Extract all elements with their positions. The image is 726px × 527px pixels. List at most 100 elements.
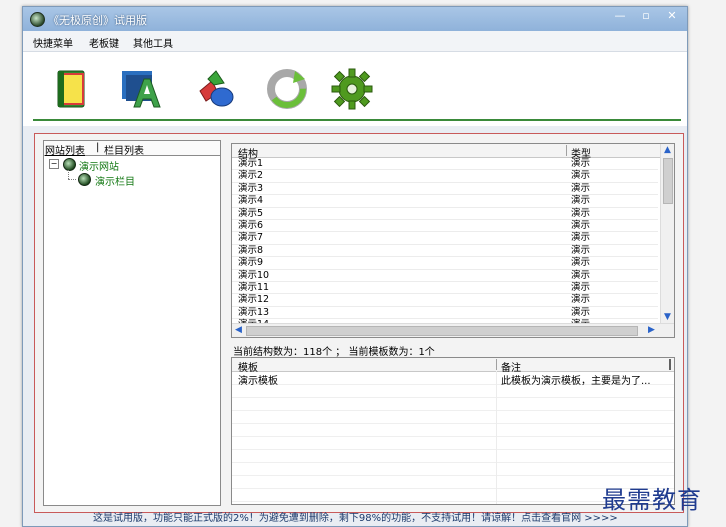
shapes-icon (199, 70, 234, 107)
toolbar-shapes-button[interactable] (193, 66, 239, 112)
vertical-scrollbar[interactable]: ▲ ▼ (660, 144, 674, 325)
structure-cell: 演示5 (238, 207, 264, 219)
table-row[interactable]: 演示3 演示 (232, 182, 658, 196)
tab-column-list[interactable]: 栏目列表 (104, 142, 144, 157)
menu-other-tools[interactable]: 其他工具 (133, 35, 173, 50)
tab-divider: | (96, 142, 100, 153)
table-row[interactable]: 演示9 演示 (232, 257, 658, 270)
table-row[interactable]: 演示模板 此模板为演示模板，主要是为了... (232, 372, 674, 387)
structure-cell: 演示6 (238, 219, 264, 231)
table-row[interactable]: 演示12 演示 (232, 294, 658, 307)
tree-header: 网站列表 | 栏目列表 (44, 141, 220, 157)
tree-connector (68, 170, 69, 179)
vertical-scroll-thumb[interactable] (663, 158, 673, 204)
table-row (232, 411, 674, 424)
toolbar (23, 52, 687, 126)
structure-cell: 演示13 (238, 306, 270, 318)
scroll-down-icon[interactable]: ▼ (664, 312, 671, 322)
table-row[interactable]: 演示6 演示 (232, 219, 658, 233)
book-icon (57, 70, 85, 108)
type-cell: 演示 (571, 294, 591, 306)
menu-bar: 快捷菜单 老板键 其他工具 (23, 31, 687, 52)
type-cell: 演示 (571, 182, 591, 194)
type-cell: 演示 (571, 244, 591, 256)
structure-cell: 演示2 (238, 170, 264, 182)
structure-cell: 演示4 (238, 195, 264, 207)
tab-site-list[interactable]: 网站列表 (45, 142, 85, 157)
type-cell: 演示 (571, 158, 591, 169)
structure-cell: 演示11 (238, 281, 270, 293)
font-a-icon (122, 71, 161, 108)
horizontal-scroll-thumb[interactable] (246, 326, 638, 336)
table-row (232, 463, 674, 476)
table-row[interactable]: 演示13 演示 (232, 306, 658, 320)
table-row (232, 398, 674, 411)
horizontal-scrollbar[interactable]: ◀ ▶ (232, 323, 674, 337)
table-row[interactable]: 演示11 演示 (232, 281, 658, 295)
toolbar-book-button[interactable] (49, 66, 95, 112)
minimize-button[interactable]: — (607, 8, 633, 25)
type-cell: 演示 (571, 207, 591, 219)
table-row (232, 450, 674, 463)
refresh-icon (267, 69, 307, 109)
structure-cell: 演示10 (238, 269, 270, 281)
toolbar-divider (33, 119, 681, 121)
table-row[interactable]: 演示7 演示 (232, 232, 658, 245)
structure-cell: 演示8 (238, 244, 264, 256)
watermark: 最需教育 (602, 486, 702, 514)
tree-connector-horizontal (68, 179, 76, 180)
menu-boss-key[interactable]: 老板键 (89, 35, 119, 50)
type-cell: 演示 (571, 269, 591, 281)
type-cell: 演示 (571, 257, 591, 269)
maximize-button[interactable]: ▫ (633, 8, 659, 25)
app-icon (30, 12, 45, 27)
tree-collapse-toggle[interactable]: − (49, 159, 59, 169)
table-row[interactable]: 演示4 演示 (232, 195, 658, 208)
table-row[interactable]: 演示1 演示 (232, 158, 658, 171)
column-icon (78, 173, 91, 186)
column-divider[interactable] (669, 359, 671, 370)
toolbar-font-button[interactable] (119, 66, 165, 112)
site-icon (63, 158, 76, 171)
close-button[interactable]: ✕ (659, 8, 685, 25)
tree-panel: 网站列表 | 栏目列表 − 演示网站 演示栏目 (43, 140, 221, 506)
template-table-header: 模板 备注 (232, 358, 674, 374)
structure-cell: 演示1 (238, 158, 264, 169)
structure-cell: 演示3 (238, 182, 264, 194)
scroll-right-icon[interactable]: ▶ (648, 325, 655, 335)
tree-item-site[interactable]: 演示网站 (79, 158, 119, 173)
toolbar-settings-button[interactable] (329, 66, 375, 112)
column-divider[interactable] (496, 359, 497, 370)
app-window: 《无极原创》试用版 — ▫ ✕ 快捷菜单 老板键 其他工具 网站列表 | 栏目列… (22, 6, 688, 527)
title-bar: 《无极原创》试用版 — ▫ ✕ (23, 7, 687, 31)
table-row[interactable]: 演示5 演示 (232, 208, 658, 220)
structure-table-header: 结构 类型 (232, 144, 674, 160)
type-cell: 演示 (571, 306, 591, 318)
type-cell: 演示 (571, 281, 591, 293)
table-row[interactable]: 演示2 演示 (232, 170, 658, 183)
table-row (232, 385, 674, 398)
table-row (232, 437, 674, 450)
scroll-left-icon[interactable]: ◀ (235, 325, 242, 335)
table-row[interactable]: 演示8 演示 (232, 244, 658, 258)
scroll-up-icon[interactable]: ▲ (664, 145, 671, 155)
count-status: 当前结构数为：118个 ； 当前模板数为：1个 (233, 347, 435, 358)
table-row[interactable]: 演示10 演示 (232, 270, 658, 282)
trial-notice-text[interactable]: 这是试用版，功能只能正式版的2%！为避免遭到删除，剩下98%的功能，不支持试用！… (93, 509, 618, 524)
structure-cell: 演示7 (238, 232, 264, 244)
gear-icon (331, 68, 373, 110)
type-cell: 演示 (571, 219, 591, 231)
type-cell: 演示 (571, 170, 591, 182)
type-cell: 演示 (571, 232, 591, 244)
structure-cell: 演示9 (238, 257, 264, 269)
tree-item-column[interactable]: 演示栏目 (95, 173, 135, 188)
workspace-frame: 网站列表 | 栏目列表 − 演示网站 演示栏目 结构 类型 演示1 演示 演示2 演示… (34, 133, 684, 513)
table-row (232, 424, 674, 437)
toolbar-refresh-button[interactable] (264, 66, 310, 112)
menu-quick[interactable]: 快捷菜单 (33, 35, 73, 50)
structure-table: 结构 类型 演示1 演示 演示2 演示 演示3 演示 演示4 演示 演示5 演示 演示6 演示 演示7 演… (231, 143, 675, 338)
structure-rows: 演示1 演示 演示2 演示 演示3 演示 演示4 演示 演示5 演示 演示6 演示 演示7 演示 演示8 演示… (232, 158, 658, 326)
column-divider[interactable] (566, 145, 567, 156)
type-cell: 演示 (571, 195, 591, 207)
window-title: 《无极原创》试用版 (48, 14, 147, 27)
